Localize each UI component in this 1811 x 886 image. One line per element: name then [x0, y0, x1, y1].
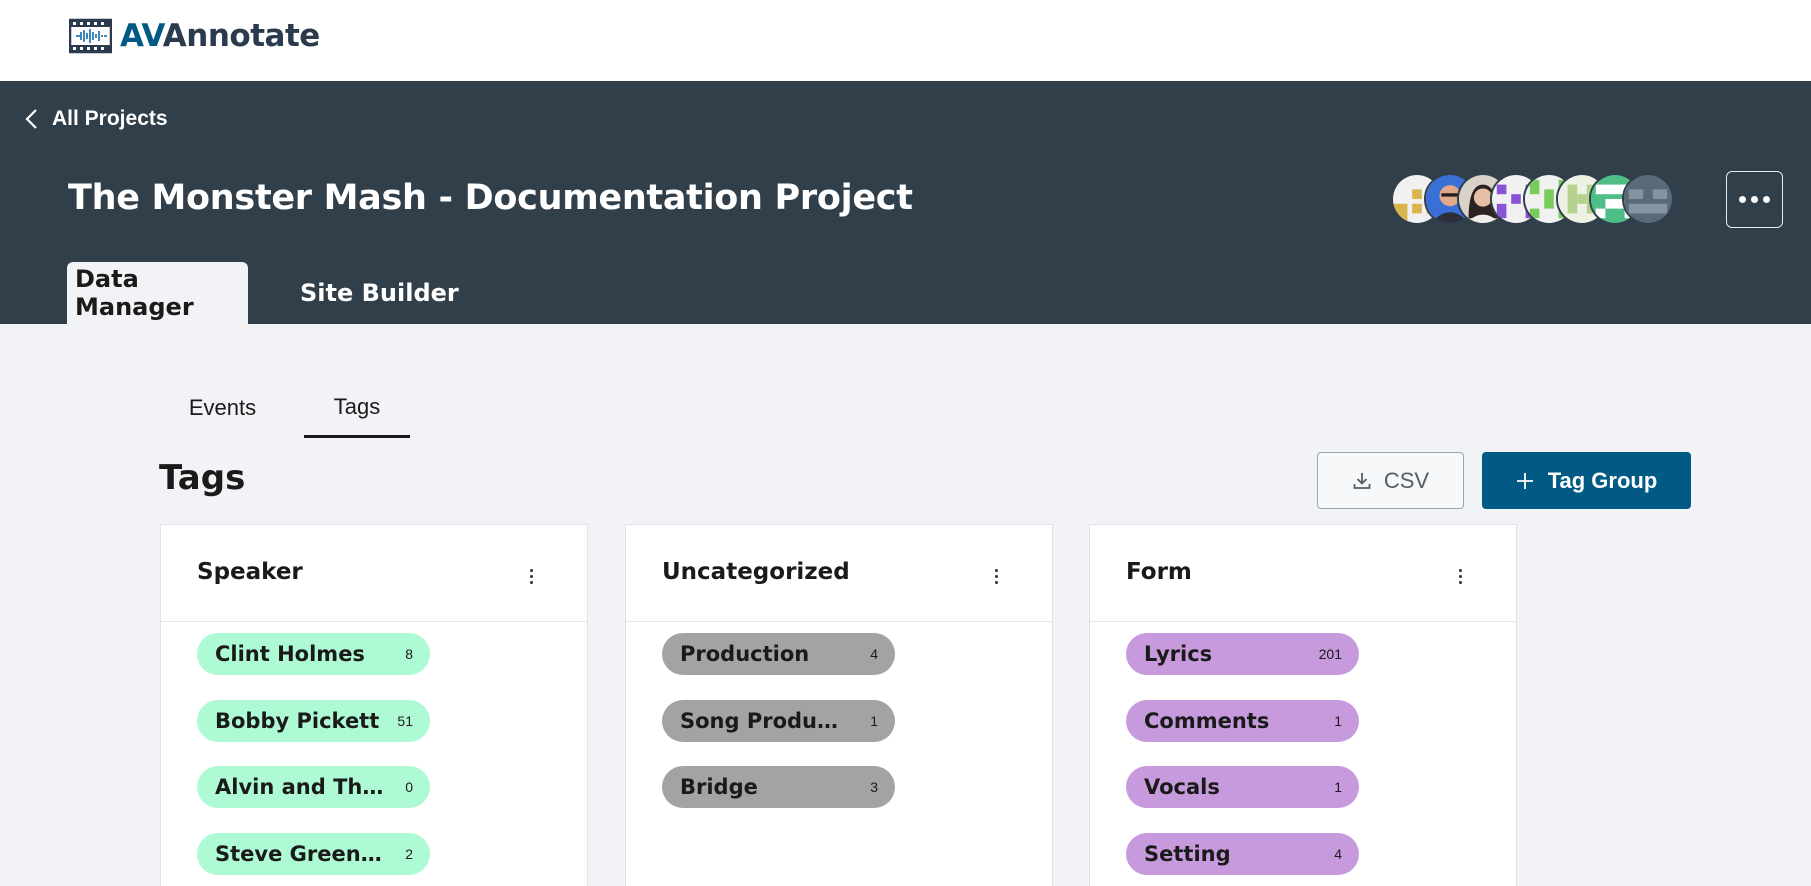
film-waveform-icon [69, 18, 112, 54]
more-dot-icon [1763, 196, 1770, 203]
tag-name: Vocals [1144, 775, 1220, 799]
csv-label: CSV [1383, 467, 1430, 493]
tag-chip[interactable]: Production 4 [662, 633, 895, 675]
project-title: The Monster Mash - Documentation Project [68, 178, 913, 218]
kebab-menu-icon[interactable] [990, 565, 1002, 587]
tag-name: Alvin and Theo... [215, 775, 385, 799]
tab-site-builder[interactable]: Site Builder [292, 262, 467, 324]
tag-count: 0 [405, 779, 413, 795]
tag-list: Production 4 Song Production 1 Bridge 3 [662, 633, 895, 833]
tab-data-manager[interactable]: Data Manager [67, 262, 248, 324]
tag-count: 4 [1334, 845, 1342, 862]
tag-count: 201 [1318, 646, 1342, 662]
tag-count: 1 [1334, 712, 1342, 729]
page-title: Tags [159, 458, 246, 498]
all-projects-label: All Projects [52, 107, 168, 130]
project-header: All Projects The Monster Mash - Document… [0, 81, 1811, 324]
card-header: Form [1090, 525, 1516, 622]
tag-list: Clint Holmes 8 Bobby Pickett 51 Alvin and … [197, 633, 430, 886]
tag-list: Lyrics 201 Comments 1 Vocals 1 Setting 4 [1126, 633, 1359, 886]
tag-name: Lyrics [1144, 642, 1213, 666]
tag-name: Setting [1144, 841, 1231, 866]
tag-count: 2 [405, 845, 413, 862]
tab-tags[interactable]: Tags [304, 378, 410, 438]
tag-chip[interactable]: Lyrics 201 [1126, 633, 1359, 675]
tag-chip[interactable]: Vocals 1 [1126, 766, 1359, 808]
card-title: Speaker [197, 559, 303, 585]
tag-chip[interactable]: Setting 4 [1126, 832, 1359, 875]
sub-tabs: Events Tags [160, 378, 410, 438]
tag-count: 4 [870, 646, 878, 662]
top-bar: AVAnnotate [0, 0, 1811, 81]
tag-name: Bridge [680, 775, 758, 799]
app-name: AVAnnotate [120, 17, 321, 54]
card-header: Uncategorized [626, 525, 1052, 622]
tag-name: Clint Holmes [215, 642, 365, 666]
tag-count: 3 [870, 779, 878, 795]
tag-group-label: Tag Group [1547, 467, 1658, 493]
collaborator-avatars [1391, 173, 1681, 225]
logo-primary-text: AV [120, 17, 163, 54]
tag-count: 1 [1334, 779, 1342, 795]
tag-chip[interactable]: Song Production 1 [662, 699, 895, 742]
card-header: Speaker [161, 525, 587, 622]
tag-count: 8 [405, 646, 413, 662]
tag-count: 51 [397, 712, 413, 729]
tag-chip[interactable]: Alvin and Theo... 0 [197, 766, 430, 808]
tag-name: Steve Greenberg [215, 841, 385, 866]
tag-count: 1 [870, 712, 878, 729]
more-dot-icon [1751, 196, 1758, 203]
chevron-left-icon [25, 109, 37, 129]
tab-events[interactable]: Events [160, 378, 285, 438]
tag-name: Song Production [680, 708, 850, 733]
logo-secondary-text: Annotate [162, 17, 321, 54]
more-dot-icon [1739, 196, 1746, 203]
tag-chip[interactable]: Bridge 3 [662, 766, 895, 808]
more-options-button[interactable] [1726, 171, 1783, 228]
card-title: Form [1126, 559, 1192, 585]
avatar[interactable] [1622, 173, 1674, 225]
tag-chip[interactable]: Steve Greenberg 2 [197, 832, 430, 875]
download-icon [1353, 472, 1371, 489]
tag-group-card-form: Form Lyrics 201 Comments 1 Vocals 1 Setting… [1089, 524, 1517, 886]
csv-download-button[interactable]: CSV [1317, 452, 1464, 509]
tag-chip[interactable]: Comments 1 [1126, 699, 1359, 742]
tag-chip[interactable]: Bobby Pickett 51 [197, 699, 430, 742]
card-title: Uncategorized [662, 559, 850, 585]
tag-chip[interactable]: Clint Holmes 8 [197, 633, 430, 675]
add-tag-group-button[interactable]: Tag Group [1482, 452, 1691, 509]
kebab-menu-icon[interactable] [1454, 565, 1466, 587]
tag-name: Bobby Pickett [215, 708, 380, 733]
tag-name: Production [680, 642, 810, 666]
plus-icon [1516, 472, 1533, 489]
tag-group-card-uncategorized: Uncategorized Production 4 Song Productio… [625, 524, 1053, 886]
tag-group-card-speaker: Speaker Clint Holmes 8 Bobby Pickett 51 Al… [160, 524, 588, 886]
app-logo[interactable]: AVAnnotate [69, 18, 320, 54]
tag-name: Comments [1144, 708, 1270, 733]
main-tabs: Data Manager Site Builder [67, 262, 467, 324]
all-projects-link[interactable]: All Projects [24, 107, 168, 131]
kebab-menu-icon[interactable] [525, 565, 537, 587]
